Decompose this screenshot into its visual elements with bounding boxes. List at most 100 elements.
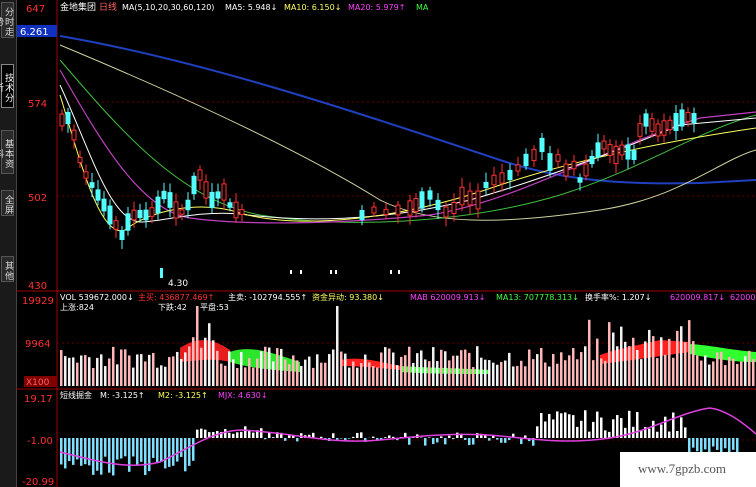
candle: [173, 201, 179, 219]
indicator-bar: [336, 438, 339, 440]
indicator-bar: [284, 438, 287, 441]
indicator-name: 短线掘金: [60, 390, 92, 400]
indicator-bar: [592, 421, 595, 438]
volume-bar: [440, 349, 443, 386]
volume-bar: [132, 367, 135, 386]
indicator-bar: [700, 438, 703, 454]
volume-bar: [728, 356, 731, 386]
volume-bar: [640, 359, 643, 386]
indicator-bar: [104, 438, 107, 457]
indicator-bar: [352, 436, 355, 438]
indicator-bar: [600, 417, 603, 438]
volume-bar: [220, 363, 223, 386]
price-marker: [398, 270, 400, 274]
indicator-bar: [296, 438, 299, 442]
indicator-bar: [544, 421, 547, 438]
indicator-bar: [692, 438, 695, 448]
volume-bar: [632, 337, 635, 386]
candle: [631, 150, 637, 160]
volume-bar: [404, 355, 407, 386]
volume-bar: [124, 349, 127, 386]
indicator-mjx: MJX: 4.630↓: [218, 391, 268, 400]
volume-bar: [700, 360, 703, 386]
volume-bar: [488, 360, 491, 386]
volume-bar: [480, 357, 483, 386]
candle: [89, 182, 95, 188]
candle: [601, 140, 607, 150]
volume-bar: [216, 350, 219, 386]
indicator-m2: M2: -3.125↑: [158, 391, 208, 400]
volume-bar: [372, 365, 375, 386]
indicator-bar: [148, 438, 151, 472]
volume-bar: [616, 346, 619, 386]
indicator-bar: [448, 435, 451, 438]
indicator-bar: [444, 438, 447, 445]
indicator-bar: [248, 430, 251, 438]
vol-value: VOL 539672.000↓: [60, 293, 134, 302]
watermark: www.7gpzb.com: [620, 452, 756, 487]
volume-bar: [644, 341, 647, 386]
volume-bar: [356, 367, 359, 386]
indicator-bar: [60, 438, 63, 465]
candle: [413, 198, 419, 212]
flat-count: 平盘:53: [200, 302, 229, 312]
candle: [539, 137, 545, 153]
candle: [143, 209, 149, 221]
volume-bar: [580, 352, 583, 386]
indicator-bar: [596, 411, 599, 438]
price-top-label: 647: [26, 4, 45, 15]
volume-bar: [444, 351, 447, 386]
volume-bar: [564, 360, 567, 386]
volume-bar: [528, 349, 531, 386]
vol-ma13: MA13: 707778.313↓: [496, 293, 579, 302]
ma20-value: MA20: 5.979↑: [348, 3, 405, 12]
volume-bar: [476, 346, 479, 386]
ind-tick-bottom: -20.99: [22, 477, 54, 487]
indicator-bar: [588, 431, 591, 438]
indicator-bar: [468, 438, 471, 446]
volume-bar: [100, 354, 103, 386]
indicator-bar: [136, 438, 139, 466]
volume-bar: [484, 359, 487, 386]
volume-bar: [672, 357, 675, 386]
volume-bar: [472, 367, 475, 386]
volume-bar: [368, 362, 371, 386]
indicator-bar: [116, 438, 119, 460]
indicator-bar: [652, 420, 655, 438]
candle: [595, 142, 601, 158]
candle: [625, 144, 631, 160]
volume-bar: [688, 320, 691, 386]
indicator-bar: [156, 438, 159, 463]
indicator-bar: [704, 438, 707, 450]
kline-chart[interactable]: 647 6.261 574 502 430 4.30 金地集团 日线 MA(5,…: [0, 0, 756, 487]
volume-bar: [452, 355, 455, 386]
candle: [359, 210, 365, 220]
volume-bar: [636, 350, 639, 386]
candle: [613, 145, 619, 165]
vol-mab: MAB 620009.913↓: [410, 293, 485, 302]
vol-tail-2: 620009: [730, 293, 756, 302]
candle: [191, 175, 197, 195]
ind-tick-top: 19.17: [24, 394, 53, 405]
indicator-bar: [684, 427, 687, 438]
capital-flow: 资金异动: 93.380↓: [312, 292, 384, 302]
volume-bar: [60, 350, 63, 386]
volume-bar: [248, 358, 251, 386]
volume-bar: [716, 352, 719, 386]
indicator-bar: [192, 438, 195, 461]
volume-bar: [84, 355, 87, 386]
volume-bar: [600, 358, 603, 386]
indicator-bar: [556, 411, 559, 438]
indicator-bar: [164, 438, 167, 469]
candle: [161, 190, 167, 200]
indicator-bar: [244, 426, 247, 438]
indicator-bar: [540, 412, 543, 438]
candle: [149, 207, 155, 217]
indicator-bar: [736, 438, 739, 453]
candle: [427, 190, 433, 200]
indicator-bar: [252, 432, 255, 438]
candle: [507, 169, 513, 181]
volume-bar: [436, 361, 439, 386]
indicator-bar: [572, 415, 575, 438]
indicator-bar: [112, 438, 115, 476]
